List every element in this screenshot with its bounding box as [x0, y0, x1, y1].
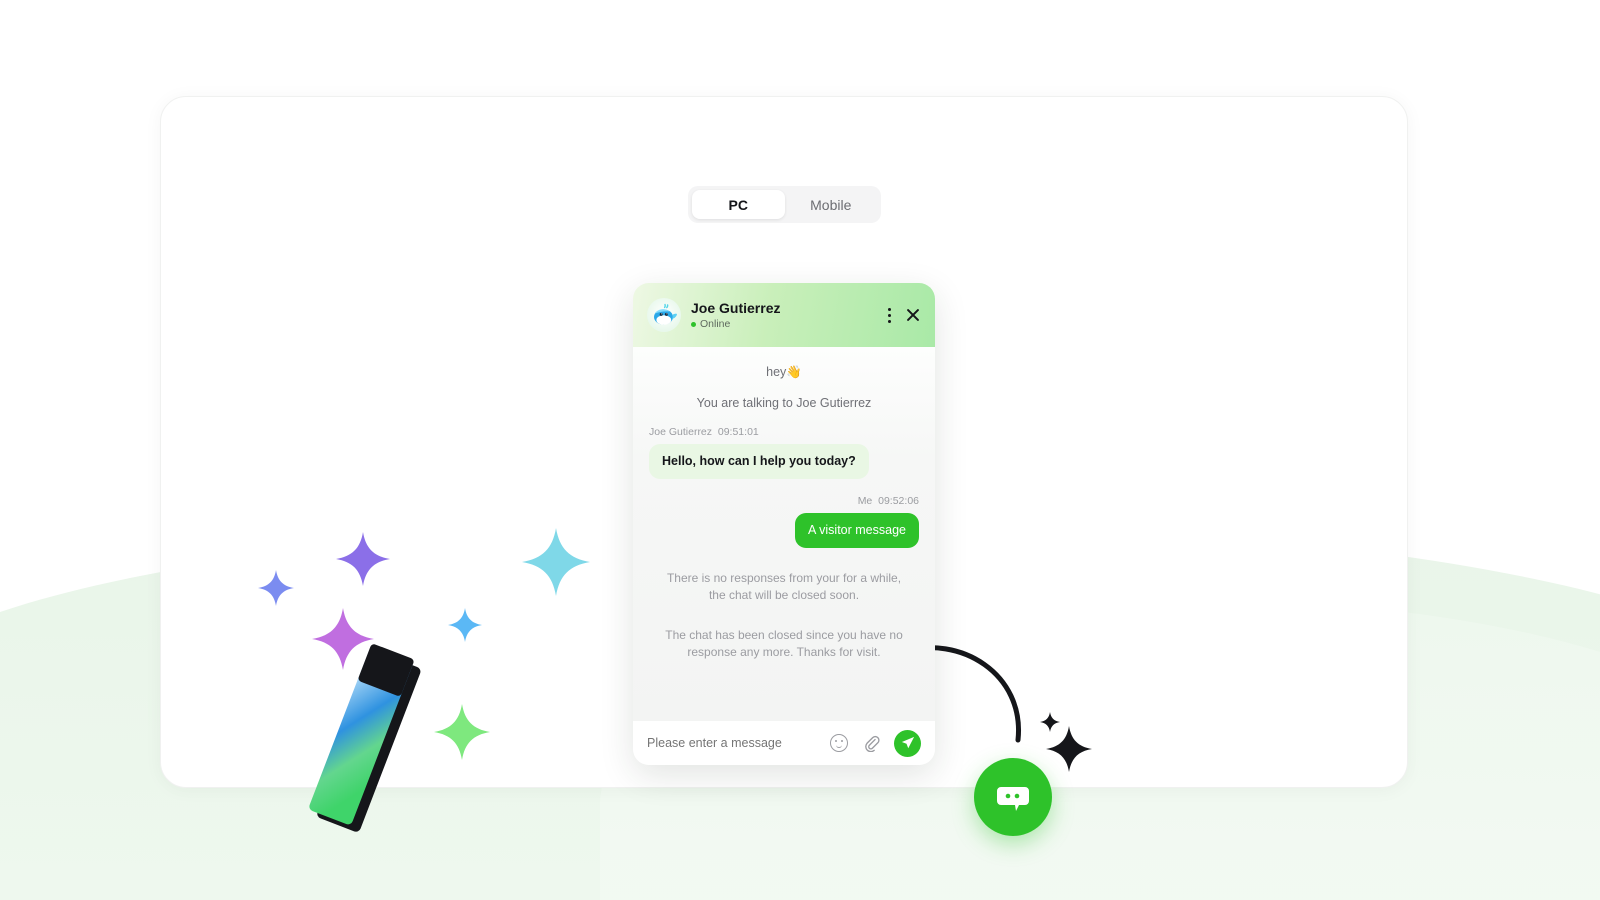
tab-pc[interactable]: PC	[692, 190, 785, 219]
chat-message-list: hey👋 You are talking to Joe Gutierrez Jo…	[633, 347, 935, 721]
chat-bubble-icon	[997, 787, 1029, 811]
chat-contact-name: Joe Gutierrez	[691, 300, 781, 316]
chat-intro-line: You are talking to Joe Gutierrez	[696, 396, 872, 410]
message-time-me: 09:52:06	[878, 494, 919, 507]
avatar	[647, 298, 681, 332]
attachment-icon[interactable]	[862, 734, 880, 752]
message-row-agent: Hello, how can I help you today?	[649, 438, 919, 479]
system-note-2: The chat has been closed since you have …	[665, 627, 903, 659]
message-time-agent: 09:51:01	[717, 426, 759, 438]
chat-header-actions	[888, 307, 921, 323]
chat-status-label: Online	[700, 318, 731, 330]
chat-status: Online	[691, 318, 780, 330]
send-icon[interactable]	[894, 729, 921, 757]
chat-input-actions	[830, 729, 921, 757]
online-dot-icon	[691, 321, 696, 327]
message-meta-agent: Joe Gutierrez 09:51:01	[649, 426, 919, 438]
message-row-me: A visitor message	[649, 507, 919, 548]
message-sender-me: Me	[857, 494, 873, 507]
chat-message-input[interactable]	[647, 736, 830, 750]
message-meta-me: Me 09:52:06	[649, 495, 919, 507]
close-icon[interactable]	[905, 307, 921, 323]
system-note-1: There is no responses from your for a wh…	[666, 570, 902, 603]
chat-greeting: hey👋	[766, 365, 802, 379]
chat-header: Joe Gutierrez Online	[633, 283, 935, 347]
emoji-icon[interactable]	[830, 734, 848, 752]
message-bubble-agent: Hello, how can I help you today?	[649, 444, 869, 479]
chat-input-bar	[633, 721, 935, 765]
message-bubble-me: A visitor message	[795, 512, 919, 548]
message-sender-agent: Joe Gutierrez	[649, 426, 713, 438]
floating-chat-button[interactable]	[974, 758, 1052, 836]
chat-widget-preview: Joe Gutierrez Online hey👋 You are talkin…	[633, 283, 935, 765]
chat-identity: Joe Gutierrez Online	[691, 300, 780, 330]
more-options-icon[interactable]	[888, 307, 891, 323]
preview-device-tabs: PC Mobile	[688, 186, 881, 223]
tab-mobile[interactable]: Mobile	[785, 190, 878, 219]
